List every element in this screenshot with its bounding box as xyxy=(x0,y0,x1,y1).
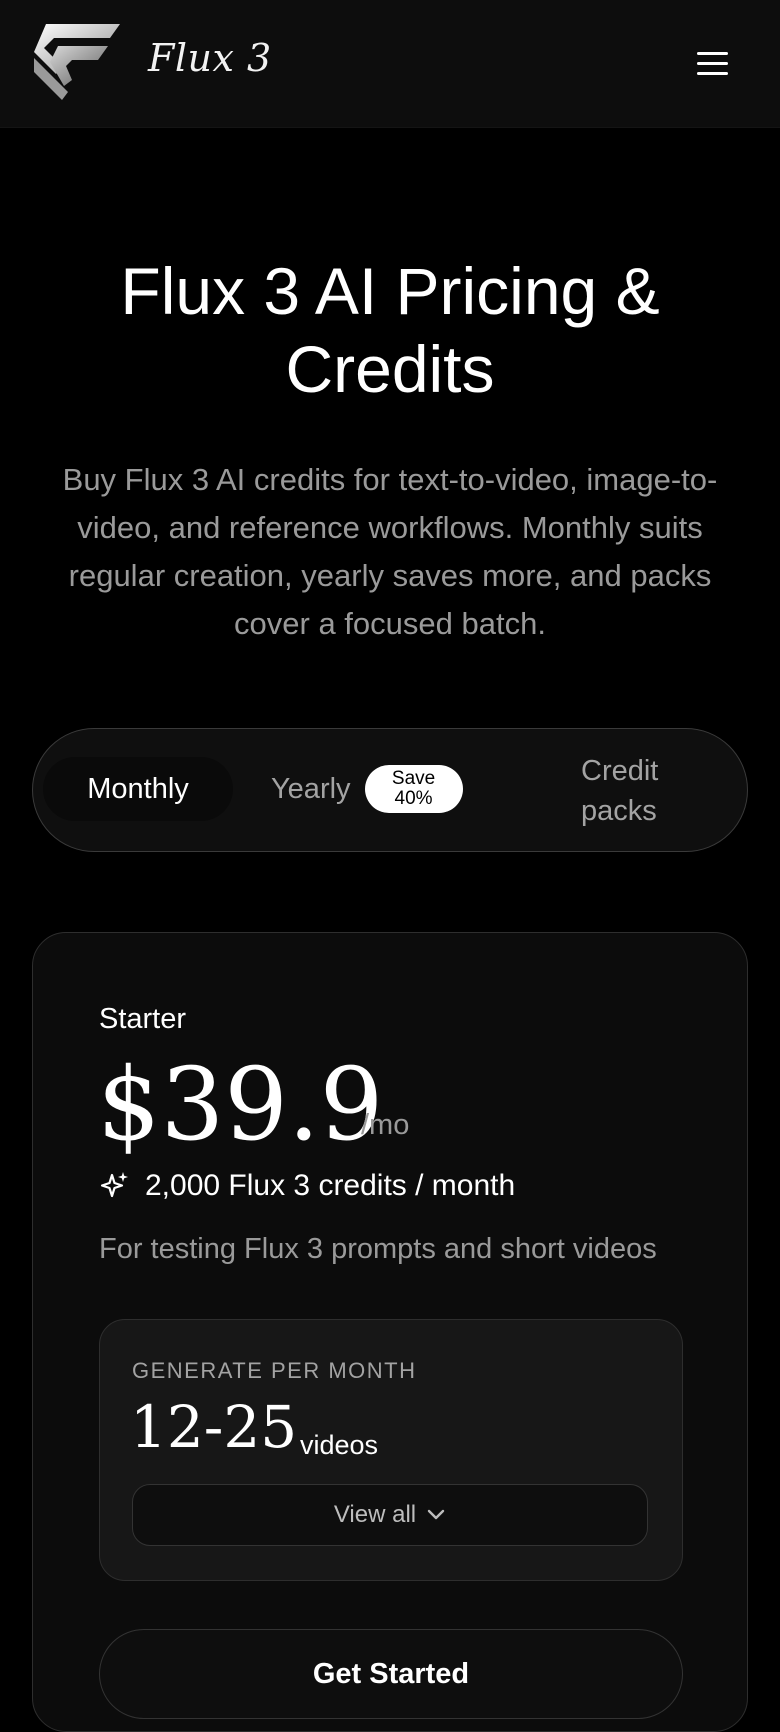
save-badge-line2: 40% xyxy=(394,788,433,809)
generate-unit: videos xyxy=(300,1430,379,1460)
billing-toggle: Monthly Yearly Save 40% Credit packs xyxy=(32,728,748,852)
menu-bar xyxy=(697,51,728,55)
plan-name: Starter xyxy=(99,1003,187,1035)
hamburger-menu-icon[interactable] xyxy=(692,44,734,82)
save-badge-line1: Save xyxy=(391,768,436,789)
menu-bar xyxy=(697,71,728,75)
brand-name[interactable]: Flux 3 xyxy=(148,36,272,80)
tab-yearly[interactable]: Yearly Save 40% xyxy=(271,757,463,821)
generate-range: 12-25 xyxy=(130,1393,298,1461)
plan-credits: 2,000 Flux 3 credits / month xyxy=(145,1169,516,1202)
generate-summary: GENERATE PER MONTH 12-25 videos View all xyxy=(99,1319,683,1581)
tab-yearly-label: Yearly xyxy=(271,772,351,805)
top-header: Flux 3 xyxy=(0,0,780,128)
flux-logo-icon[interactable] xyxy=(32,22,122,102)
plan-description: For testing Flux 3 prompts and short vid… xyxy=(99,1233,657,1265)
tab-monthly[interactable]: Monthly xyxy=(43,757,233,821)
tab-credit-packs[interactable]: Credit packs xyxy=(581,751,691,831)
page-subtitle: Buy Flux 3 AI credits for text-to-video,… xyxy=(62,462,718,641)
generate-label: GENERATE PER MONTH xyxy=(132,1358,417,1383)
menu-bar xyxy=(697,61,728,65)
chevron-down-icon xyxy=(427,1509,445,1520)
save-badge: Save 40% xyxy=(364,765,463,813)
plan-price: $39.9 xyxy=(97,1046,384,1163)
get-started-button[interactable]: Get Started xyxy=(99,1629,683,1719)
credits-row: 2,000 Flux 3 credits / month xyxy=(99,1169,515,1203)
page-title: Flux 3 AI Pricing & Credits xyxy=(120,254,660,406)
view-all-label: View all xyxy=(333,1501,417,1528)
plan-card-starter: Starter $39.9 /mo 2,000 Flux 3 credits /… xyxy=(32,932,748,1732)
price-period: /mo xyxy=(361,1109,410,1141)
view-all-button[interactable]: View all xyxy=(132,1484,648,1546)
sparkle-icon xyxy=(100,1172,128,1198)
